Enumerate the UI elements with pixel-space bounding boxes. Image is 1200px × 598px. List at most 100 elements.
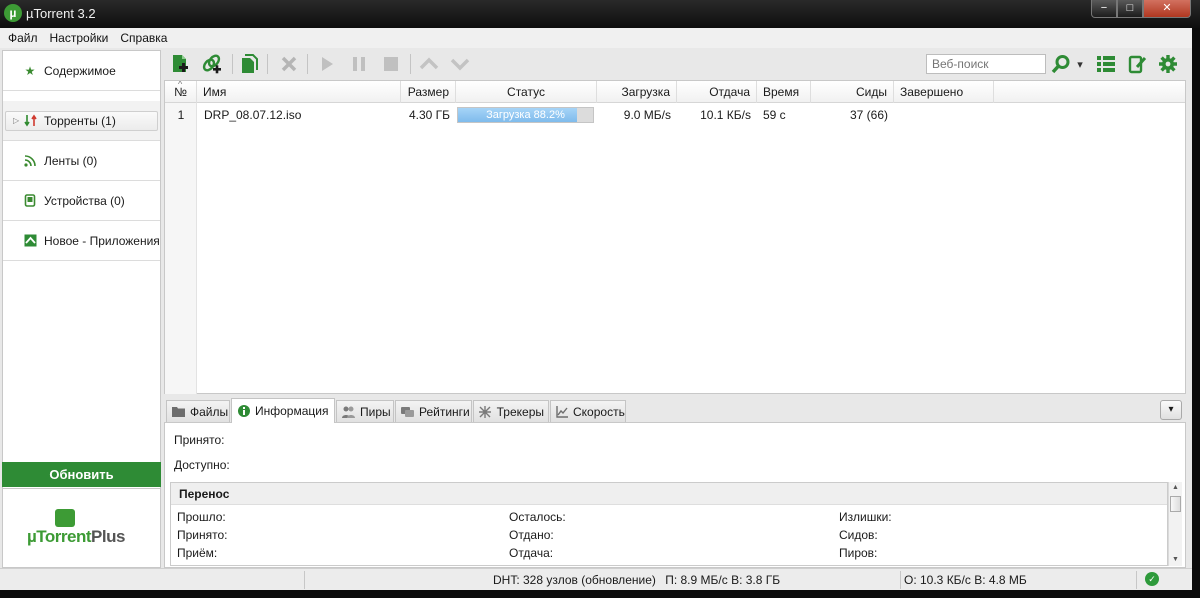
column-completed[interactable]: Завершено [894,81,994,103]
create-torrent-icon [242,54,258,73]
table-row[interactable]: 1 DRP_08.07.12.iso 4.30 ГБ Загрузка 88.2… [165,104,1185,126]
window-controls: − □ ✕ [1091,0,1191,19]
info-scrollbar[interactable]: ▲ ▼ [1168,482,1182,566]
tab-files[interactable]: Файлы [166,400,230,422]
sidebar-item-label: Ленты (0) [44,153,98,168]
utorrent-logo-icon: µ [4,4,22,22]
menu-bar: Файл Настройки Справка [0,28,1192,48]
expand-arrow-icon[interactable]: ▷ [13,116,19,125]
transfer-section: Перенос Прошло: Принято: Приём: Осталось… [170,482,1168,566]
column-number[interactable]: ^ № [165,81,197,103]
upgrade-button[interactable]: Обновить [2,462,161,487]
peers-icon [342,406,355,418]
sidebar-item-devices[interactable]: Устройства (0) [3,181,160,221]
upload-summary[interactable]: О: 10.3 КБ/с В: 4.8 МБ [901,571,1137,589]
remove-button[interactable] [278,53,300,75]
scrollbar-thumb[interactable] [1170,496,1181,512]
remote-button[interactable] [1127,53,1149,75]
menu-settings[interactable]: Настройки [44,31,115,45]
sidebar-item-feeds[interactable]: Ленты (0) [3,141,160,181]
dht-status: DHT: 328 узлов (обновление) [493,573,656,587]
rss-icon [23,154,37,168]
search-icon [1051,55,1070,74]
speed-graph-icon [556,405,568,418]
received-label: Принято: [174,433,225,447]
apps-icon [23,234,37,248]
play-icon [322,57,333,71]
start-button[interactable] [316,53,338,75]
menu-file[interactable]: Файл [2,31,44,45]
menu-help[interactable]: Справка [114,31,173,45]
add-url-button[interactable] [201,53,223,75]
column-seeds[interactable]: Сиды [811,81,894,103]
pause-button[interactable] [348,53,370,75]
tab-info[interactable]: Информация [231,398,335,423]
stop-button[interactable] [380,53,402,75]
torrent-size: 4.30 ГБ [408,108,450,122]
settings-button[interactable] [1157,53,1179,75]
torrent-list: ^ № Имя Размер Статус Загрузка Отдача Вр… [164,80,1186,394]
move-up-button[interactable] [418,53,440,75]
sidebar-item-label: Устройства (0) [44,193,125,208]
network-ok-icon[interactable]: ✓ [1145,572,1159,586]
column-name[interactable]: Имя [197,81,401,103]
column-time[interactable]: Время [757,81,811,103]
info-icon [237,405,250,417]
download-summary[interactable]: П: 8.9 МБ/с В: 3.8 ГБ [665,573,780,587]
minimize-button[interactable]: − [1091,0,1117,18]
torrent-upload-speed: 10.1 КБ/s [700,108,751,122]
elapsed-label: Прошло: [177,510,226,524]
sort-indicator-icon: ^ [178,81,183,89]
torrent-download-speed: 9.0 МБ/s [623,108,671,122]
close-button[interactable]: ✕ [1143,0,1191,18]
tab-trackers[interactable]: Трекеры [473,400,549,422]
uploaded-label: Отдано: [509,528,554,542]
sidebar-item-label: Содержимое [44,63,116,78]
utorrent-plus-icon [55,509,75,527]
scroll-up-arrow-icon[interactable]: ▲ [1169,482,1182,494]
remaining-label: Осталось: [509,510,566,524]
gear-icon [1159,55,1177,73]
sidebar-item-content[interactable]: ★ Содержимое [3,51,160,91]
create-torrent-button[interactable] [238,53,260,75]
torrent-list-header: ^ № Имя Размер Статус Загрузка Отдача Вр… [165,81,1185,103]
column-download[interactable]: Загрузка [597,81,677,103]
info-panel: Принято: Доступно: Перенос Прошло: Приня… [164,422,1186,568]
column-upload[interactable]: Отдача [677,81,757,103]
add-torrent-button[interactable] [169,53,191,75]
chevron-down-icon [450,58,470,71]
search-engine-dropdown[interactable]: ▾ [1073,53,1087,75]
column-size[interactable]: Размер [401,81,456,103]
upload-speed-label: Отдача: [509,546,554,560]
tab-speed[interactable]: Скорость [550,400,626,422]
detailed-view-button[interactable] [1095,53,1117,75]
torrent-progress-bar: Загрузка 88.2% [457,107,594,123]
window-title: µTorrent 3.2 [26,6,96,21]
maximize-button[interactable]: □ [1117,0,1143,18]
remove-icon [281,56,297,72]
web-search-input[interactable] [926,54,1046,74]
scroll-down-arrow-icon[interactable]: ▼ [1169,554,1182,566]
torrent-eta: 59 с [763,108,786,122]
trackers-icon [479,405,492,418]
toolbar: ▾ [164,50,1192,78]
downloaded-label: Принято: [177,528,228,542]
plus-logo-brand: µTorrent [27,527,92,546]
move-down-button[interactable] [449,53,471,75]
tab-peers[interactable]: Пиры [336,400,394,422]
column-status[interactable]: Статус [456,81,597,103]
download-speed-label: Приём: [177,546,218,560]
sidebar-item-torrents[interactable]: ▷ Торренты (1) [3,101,160,141]
transfer-section-title: Перенос [171,483,1167,505]
collapse-panel-button[interactable]: ▾ [1160,400,1182,420]
seeds-label: Сидов: [839,528,878,542]
title-bar: µ µTorrent 3.2 − □ ✕ [0,0,1200,28]
tab-ratings[interactable]: Рейтинги [395,400,472,422]
utorrent-plus-logo[interactable]: µTorrentPlus [2,488,161,568]
peers-label: Пиров: [839,546,878,560]
add-url-icon [202,54,221,74]
sidebar-item-apps[interactable]: Новое - Приложения [3,221,160,261]
list-view-icon [1097,56,1115,72]
torrents-icon [23,114,37,128]
search-button[interactable] [1050,53,1072,75]
